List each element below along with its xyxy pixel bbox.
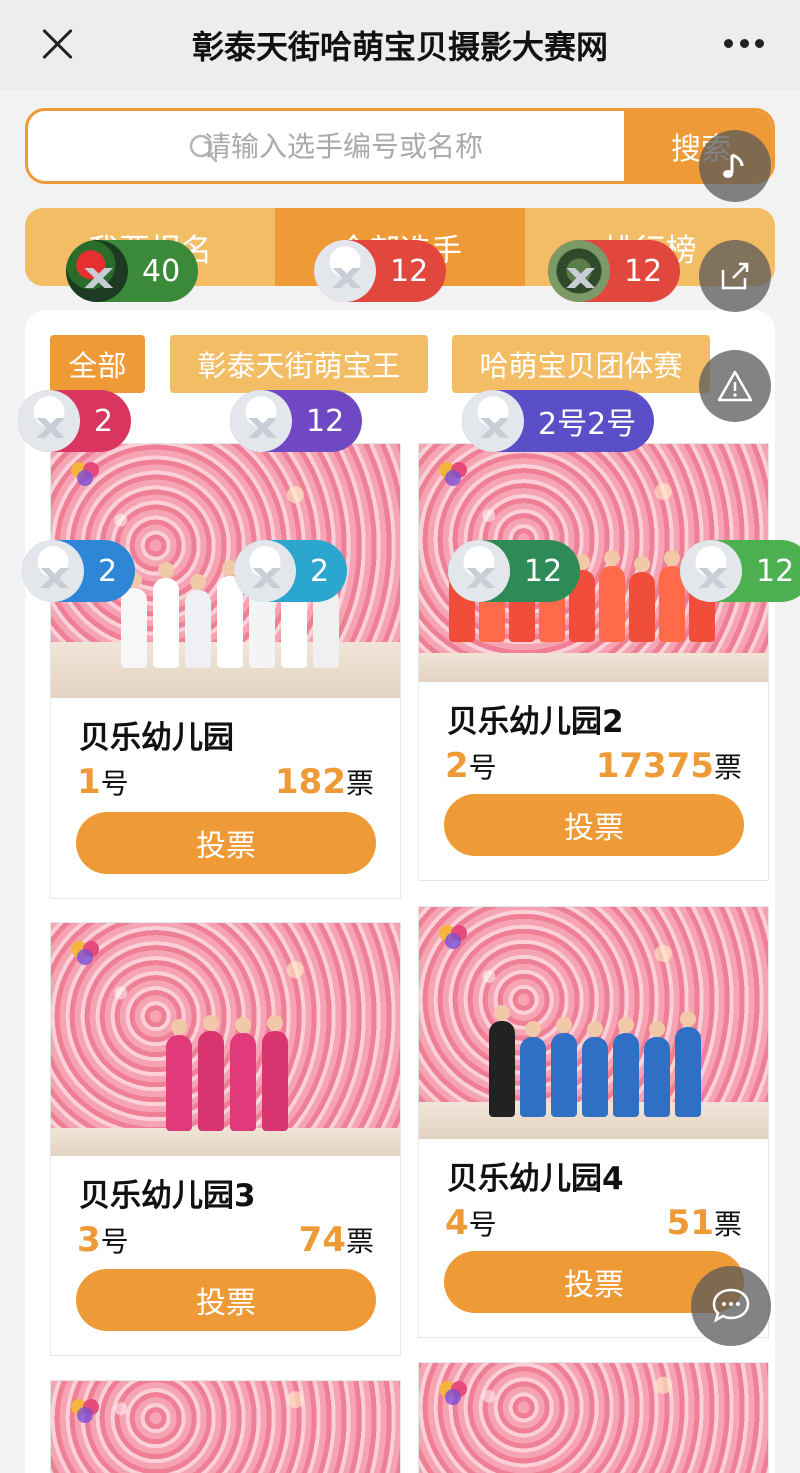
overlay-bubble: 12 bbox=[314, 240, 447, 302]
mall-logo bbox=[439, 462, 467, 486]
player-votes: 17375票 bbox=[595, 746, 742, 786]
filter-all[interactable]: 全部 bbox=[50, 335, 145, 393]
vote-button[interactable]: 投票 bbox=[76, 812, 376, 874]
search-bar: 搜索 bbox=[25, 108, 775, 184]
warning-icon[interactable] bbox=[699, 350, 771, 422]
overlay-bubble: 2 bbox=[234, 540, 348, 602]
overlay-bubble: 2号2号 bbox=[462, 390, 655, 452]
player-card[interactable]: 贝乐幼儿园2 2号 17375票 投票 bbox=[418, 443, 769, 881]
player-photo bbox=[51, 923, 400, 1156]
player-card[interactable]: 贝乐幼儿园3 3号 74票 投票 bbox=[50, 922, 401, 1356]
page-title: 彰泰天街哈萌宝贝摄影大赛网 bbox=[191, 28, 608, 66]
player-card[interactable] bbox=[418, 1362, 769, 1473]
player-number: 3号 bbox=[77, 1220, 129, 1260]
close-icon[interactable] bbox=[38, 24, 78, 64]
mall-logo bbox=[71, 1399, 99, 1423]
music-icon[interactable] bbox=[699, 130, 771, 202]
more-icon[interactable] bbox=[724, 39, 764, 49]
vote-button[interactable]: 投票 bbox=[444, 794, 744, 856]
mall-logo bbox=[71, 462, 99, 486]
player-votes: 74票 bbox=[298, 1220, 374, 1260]
top-bar: 彰泰天街哈萌宝贝摄影大赛网 bbox=[0, 0, 800, 90]
player-photo bbox=[419, 1363, 768, 1473]
vote-button[interactable]: 投票 bbox=[76, 1269, 376, 1331]
player-votes: 182票 bbox=[275, 762, 374, 802]
player-name: 贝乐幼儿园 bbox=[79, 720, 234, 756]
filter-group-contest[interactable]: 哈萌宝贝团体赛 bbox=[452, 335, 710, 393]
player-card[interactable] bbox=[50, 1380, 401, 1473]
overlay-bubble: 2 bbox=[22, 540, 136, 602]
player-name: 贝乐幼儿园2 bbox=[447, 704, 624, 740]
overlay-bubble: 12 bbox=[548, 240, 681, 302]
player-number: 1号 bbox=[77, 762, 129, 802]
mall-logo bbox=[71, 941, 99, 965]
overlay-bubble: 2 bbox=[18, 390, 132, 452]
overlay-bubble: 12 bbox=[448, 540, 581, 602]
player-number: 2号 bbox=[445, 746, 497, 786]
player-card[interactable]: 贝乐幼儿园 1号 182票 投票 bbox=[50, 443, 401, 899]
filter-baby-king[interactable]: 彰泰天街萌宝王 bbox=[170, 335, 428, 393]
overlay-bubble: 12 bbox=[230, 390, 363, 452]
player-name: 贝乐幼儿园4 bbox=[447, 1161, 624, 1197]
mall-logo bbox=[439, 1381, 467, 1405]
share-icon[interactable] bbox=[699, 240, 771, 312]
player-name: 贝乐幼儿园3 bbox=[79, 1178, 256, 1214]
player-photo bbox=[419, 907, 768, 1139]
player-photo bbox=[51, 1381, 400, 1473]
chat-icon[interactable] bbox=[691, 1266, 771, 1346]
overlay-bubble: 12 bbox=[680, 540, 800, 602]
search-input[interactable] bbox=[28, 111, 624, 181]
player-votes: 51票 bbox=[666, 1203, 742, 1243]
player-number: 4号 bbox=[445, 1203, 497, 1243]
overlay-bubble: 40 bbox=[66, 240, 199, 302]
mall-logo bbox=[439, 925, 467, 949]
